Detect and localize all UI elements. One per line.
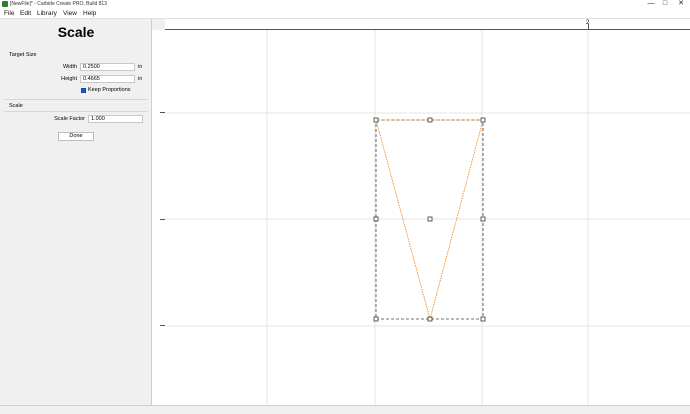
selection-handles — [373, 117, 486, 322]
menu-bar: File Edit Library View Help — [0, 9, 690, 19]
window-title: [NewFile]* - Carbide Create PRO, Build 8… — [10, 1, 107, 7]
vertical-ruler — [152, 30, 166, 405]
scale-factor-label: Scale Factor — [54, 116, 85, 122]
handle-middle-left — [373, 216, 379, 222]
section-divider — [4, 99, 148, 100]
menu-file[interactable]: File — [4, 9, 14, 19]
width-input[interactable]: 0.2500 — [80, 63, 135, 71]
title-bar: [NewFile]* - Carbide Create PRO, Build 8… — [0, 0, 690, 9]
handle-top-center — [427, 117, 433, 123]
menu-edit[interactable]: Edit — [20, 9, 31, 19]
menu-view[interactable]: View — [63, 9, 77, 19]
keep-proportions-checkbox[interactable] — [81, 88, 86, 93]
menu-help[interactable]: Help — [83, 9, 96, 19]
handle-top-left — [373, 117, 379, 123]
maximize-button[interactable]: □ — [658, 0, 672, 9]
grid — [165, 19, 690, 405]
height-input[interactable]: 0.4665 — [80, 75, 135, 83]
design-canvas[interactable] — [165, 19, 690, 405]
minimize-button[interactable]: — — [644, 0, 658, 9]
horizontal-scrollbar[interactable] — [0, 405, 690, 414]
done-button[interactable]: Done — [58, 132, 94, 141]
handle-center — [427, 216, 433, 222]
height-label: Height — [61, 76, 77, 82]
handle-bottom-right — [480, 316, 486, 322]
app-logo-icon — [2, 1, 8, 7]
width-label: Width — [62, 64, 77, 70]
scale-heading: Scale — [9, 103, 23, 109]
section-divider — [4, 111, 148, 112]
panel-title: Scale — [57, 24, 95, 40]
handle-top-right — [480, 117, 486, 123]
keep-proportions-label: Keep Proportions — [88, 87, 131, 93]
close-button[interactable]: ✕ — [674, 0, 688, 9]
canvas-drawing[interactable] — [165, 19, 690, 405]
handle-bottom-center — [427, 316, 433, 322]
target-size-heading: Target Size — [9, 52, 37, 58]
handle-bottom-left — [373, 316, 379, 322]
handle-middle-right — [480, 216, 486, 222]
ruler-mark-label: 2 — [586, 20, 590, 26]
scale-factor-input[interactable]: 1.000 — [88, 115, 143, 123]
scale-panel: Scale Target Size Width 0.2500 in Height… — [0, 19, 152, 405]
height-unit: in — [138, 76, 143, 82]
menu-library[interactable]: Library — [37, 9, 57, 19]
horizontal-ruler — [165, 19, 690, 30]
width-unit: in — [138, 64, 143, 70]
